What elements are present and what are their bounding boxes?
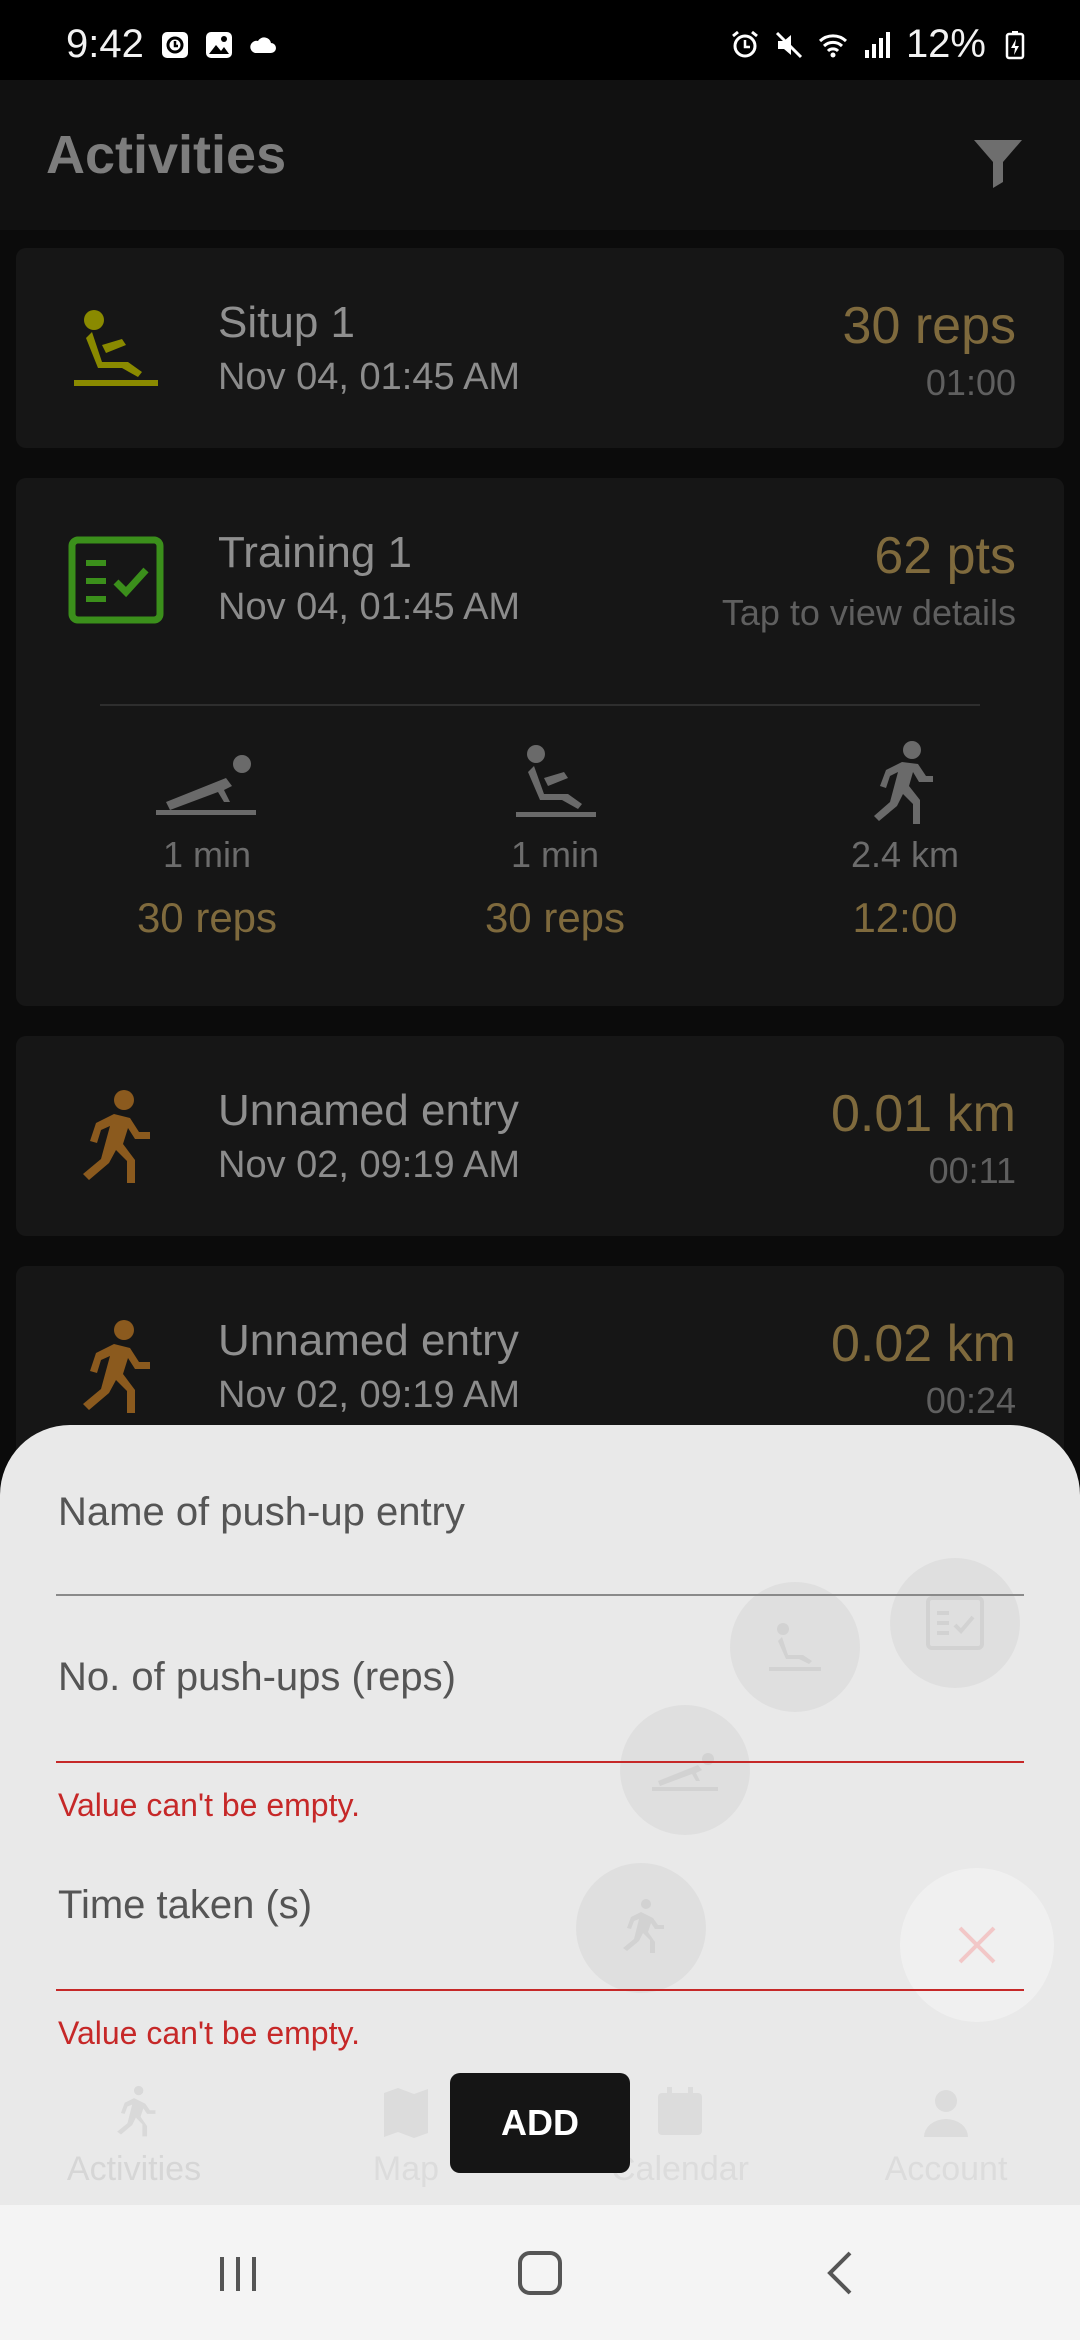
breakdown-situp: 1 min 30 reps: [430, 740, 680, 942]
mute-icon: [775, 31, 802, 58]
fab-close: [900, 1868, 1054, 2022]
map-icon: [384, 2088, 428, 2138]
status-time: 9:42: [66, 22, 144, 66]
filter-icon[interactable]: [968, 132, 1028, 192]
activity-date: Nov 02, 09:19 AM: [218, 1144, 521, 1186]
divider: [100, 704, 980, 706]
breakdown-pushup: 1 min 30 reps: [82, 740, 332, 942]
breakdown-duration: 1 min: [162, 834, 252, 875]
signal-icon: [864, 31, 890, 58]
clock-app-icon: [162, 32, 188, 58]
activity-value: 62 pts: [874, 527, 1016, 585]
recent-apps-icon[interactable]: [208, 2243, 268, 2303]
nav-account: Account: [836, 2085, 1056, 2189]
time-field-label: Time taken (s): [58, 1883, 313, 1927]
close-icon: [958, 1926, 996, 1964]
back-icon[interactable]: [812, 2243, 872, 2303]
run-icon: [623, 1899, 664, 1953]
page-title: Activities: [46, 125, 287, 185]
fab-pushup: [620, 1705, 750, 1835]
activity-name: Unnamed entry: [218, 1316, 519, 1365]
activity-card-situp[interactable]: Situp 1 Nov 04, 01:45 AM 30 reps 01:00: [16, 248, 1064, 448]
breakdown-value: 30 reps: [136, 894, 278, 941]
fab-training: [890, 1558, 1020, 1688]
activity-value: 0.02 km: [831, 1315, 1016, 1373]
activity-value: 0.01 km: [831, 1085, 1016, 1143]
time-error-message: Value can't be empty.: [58, 2015, 360, 2051]
situp-icon: [516, 745, 596, 817]
app-bar: Activities: [0, 80, 1080, 230]
cloud-icon: [250, 37, 276, 53]
breakdown-value: 30 reps: [484, 894, 626, 941]
breakdown-value: 12:00: [852, 894, 958, 941]
activity-duration: 00:24: [925, 1380, 1016, 1421]
system-nav-bar: [0, 2205, 1080, 2340]
run-icon: [83, 1320, 150, 1413]
situp-icon: [769, 1623, 821, 1671]
name-field-underline: [56, 1594, 1024, 1596]
status-bar: 9:42 12%: [0, 0, 1080, 80]
activity-name: Training 1: [218, 528, 413, 577]
wifi-icon: [818, 33, 847, 57]
add-button[interactable]: ADD: [450, 2073, 630, 2173]
activity-card-run[interactable]: Unnamed entry Nov 02, 09:19 AM 0.01 km 0…: [16, 1036, 1064, 1236]
nav-activities: Activities: [24, 2085, 244, 2189]
activity-value: 30 reps: [842, 297, 1016, 355]
activity-date: Nov 04, 01:45 AM: [218, 586, 521, 628]
pushup-icon: [652, 1753, 718, 1791]
activity-date: Nov 04, 01:45 AM: [218, 356, 521, 398]
run-icon: [874, 741, 933, 824]
status-left-icons: [160, 30, 278, 60]
alarm-icon: [732, 30, 758, 57]
activity-name: Situp 1: [218, 298, 355, 347]
home-icon[interactable]: [510, 2243, 570, 2303]
nav-label: Account: [884, 2150, 1008, 2188]
battery-charging-icon: [1005, 30, 1025, 59]
account-icon: [924, 2090, 968, 2137]
calendar-icon: [658, 2087, 702, 2135]
status-right-icons: 12%: [730, 22, 1030, 67]
activity-list: Situp 1 Nov 04, 01:45 AM 30 reps 01:00 T…: [16, 248, 1064, 1496]
run-icon: [117, 2085, 156, 2137]
nav-label: Activities: [66, 2150, 202, 2188]
breakdown-distance: 2.4 km: [850, 834, 960, 875]
breakdown-duration: 1 min: [510, 834, 600, 875]
run-icon: [83, 1090, 150, 1183]
time-field-underline: [56, 1989, 1024, 1991]
activity-duration: 01:00: [925, 362, 1016, 403]
activity-name: Unnamed entry: [218, 1086, 519, 1135]
fab-situp: [730, 1582, 860, 1712]
activity-card-training[interactable]: Training 1 Nov 04, 01:45 AM 62 pts Tap t…: [16, 478, 1064, 1006]
reps-error-message: Value can't be empty.: [58, 1787, 360, 1823]
situp-icon: [74, 310, 158, 386]
breakdown-run: 2.4 km 12:00: [780, 740, 1030, 942]
reps-field-label: No. of push-ups (reps): [58, 1655, 456, 1699]
activity-date: Nov 02, 09:19 AM: [218, 1374, 521, 1416]
name-field-label: Name of push-up entry: [58, 1490, 465, 1534]
view-details-hint: Tap to view details: [721, 592, 1016, 633]
pushup-icon: [156, 755, 256, 815]
checklist-icon: [68, 536, 164, 624]
battery-percent: 12%: [905, 22, 986, 66]
fab-run: [576, 1863, 706, 1993]
reps-field-underline: [56, 1761, 1024, 1763]
activity-duration: 00:11: [928, 1150, 1016, 1191]
gallery-icon: [206, 32, 232, 58]
checklist-icon: [926, 1596, 984, 1650]
